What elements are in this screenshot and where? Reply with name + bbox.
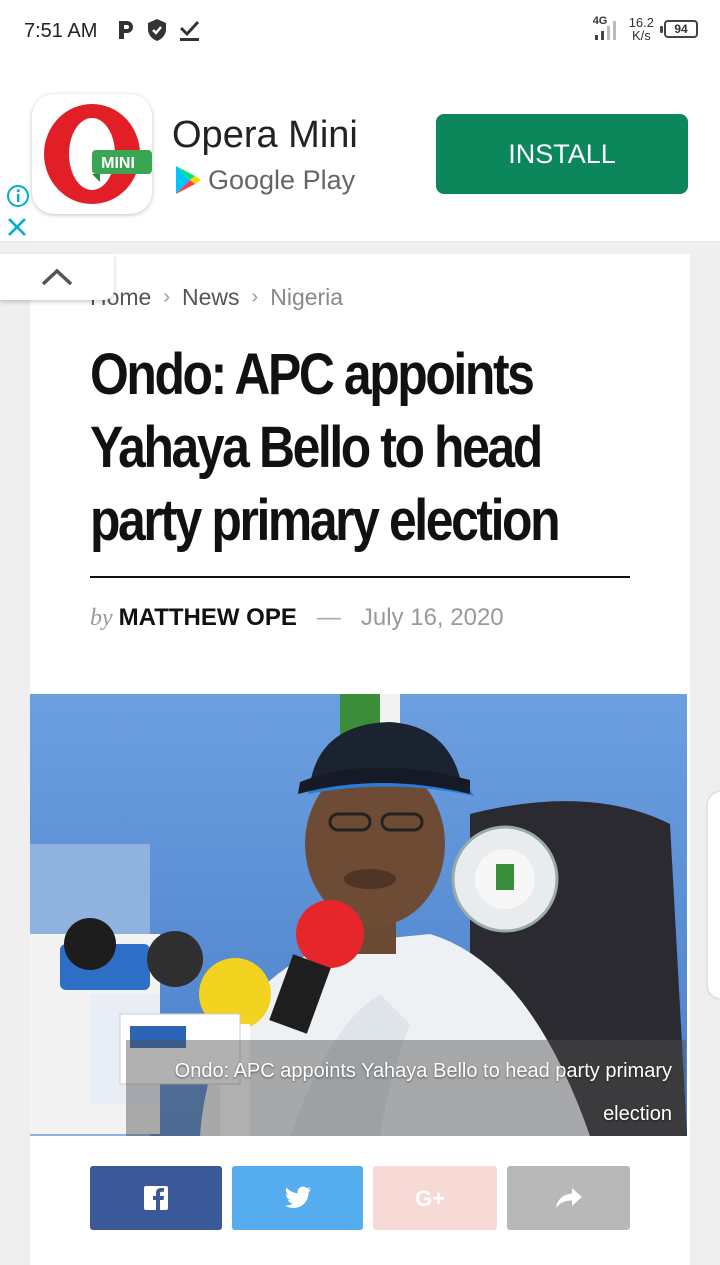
store-label: Google Play [208, 164, 356, 195]
twitter-share-button[interactable] [232, 1166, 363, 1230]
google-play-badge: Google Play [174, 164, 355, 196]
signal-indicator: 4G [593, 16, 619, 42]
author-link[interactable]: MATTHEW OPE [119, 604, 297, 632]
chevron-up-icon [41, 268, 73, 286]
mini-badge-label: MINI [101, 155, 135, 172]
google-plus-share-button[interactable]: G+ [373, 1166, 497, 1230]
twitter-icon [284, 1186, 311, 1208]
breadcrumb: Home › News › Nigeria [90, 284, 343, 311]
status-bar: 7:51 AM 4G 16.2 K/s 94 [0, 0, 720, 66]
google-plus-icon: G+ [415, 1186, 445, 1210]
signal-icon [594, 21, 616, 40]
system-icons: 4G 16.2 K/s 94 [593, 16, 698, 42]
image-caption: Ondo: APC appoints Yahaya Bello to head … [126, 1040, 686, 1136]
breadcrumb-current[interactable]: Nigeria [270, 284, 343, 311]
opera-mini-app-icon[interactable]: MINI [32, 94, 152, 214]
facebook-icon [144, 1186, 168, 1210]
breadcrumb-news[interactable]: News [182, 284, 240, 311]
by-label: by [90, 605, 113, 631]
byline: by MATTHEW OPE — July 16, 2020 [90, 604, 504, 632]
ad-close-icon[interactable] [6, 216, 28, 238]
opera-logo-icon: MINI [44, 104, 152, 204]
featured-image[interactable]: Ondo: APC appoints Yahaya Bello to head … [30, 694, 687, 1136]
notification-icons [116, 18, 200, 42]
ad-banner[interactable]: MINI Opera Mini Google Play INSTALL [0, 66, 720, 242]
p-app-icon [119, 21, 133, 39]
shield-icon [148, 19, 166, 41]
google-play-icon [176, 166, 201, 194]
side-panel-handle[interactable] [706, 790, 720, 1000]
byline-dash: — [316, 604, 341, 631]
article-title: Ondo: APC appoints Yahaya Bello to head … [90, 342, 561, 553]
install-button[interactable]: INSTALL [436, 114, 688, 194]
download-done-icon [179, 20, 200, 41]
share-icon [555, 1188, 582, 1208]
breadcrumb-chevron-icon: › [251, 286, 259, 308]
ad-app-name[interactable]: Opera Mini [172, 114, 358, 157]
title-divider [90, 576, 630, 578]
breadcrumb-chevron-icon: › [163, 286, 171, 308]
collapse-ad-button[interactable] [0, 254, 114, 300]
speed-unit: K/s [631, 28, 651, 43]
battery-icon: 94 [660, 20, 698, 38]
ad-info-icon[interactable] [6, 184, 30, 208]
article-card: Home › News › Nigeria Ondo: APC appoints… [30, 254, 690, 1265]
svg-text:G+: G+ [415, 1186, 445, 1210]
facebook-share-button[interactable] [90, 1166, 222, 1230]
more-share-button[interactable] [507, 1166, 630, 1230]
publish-date: July 16, 2020 [360, 604, 504, 631]
share-bar: G+ [90, 1166, 630, 1230]
network-speed: 16.2 K/s [629, 16, 654, 42]
status-time: 7:51 AM [24, 20, 98, 42]
